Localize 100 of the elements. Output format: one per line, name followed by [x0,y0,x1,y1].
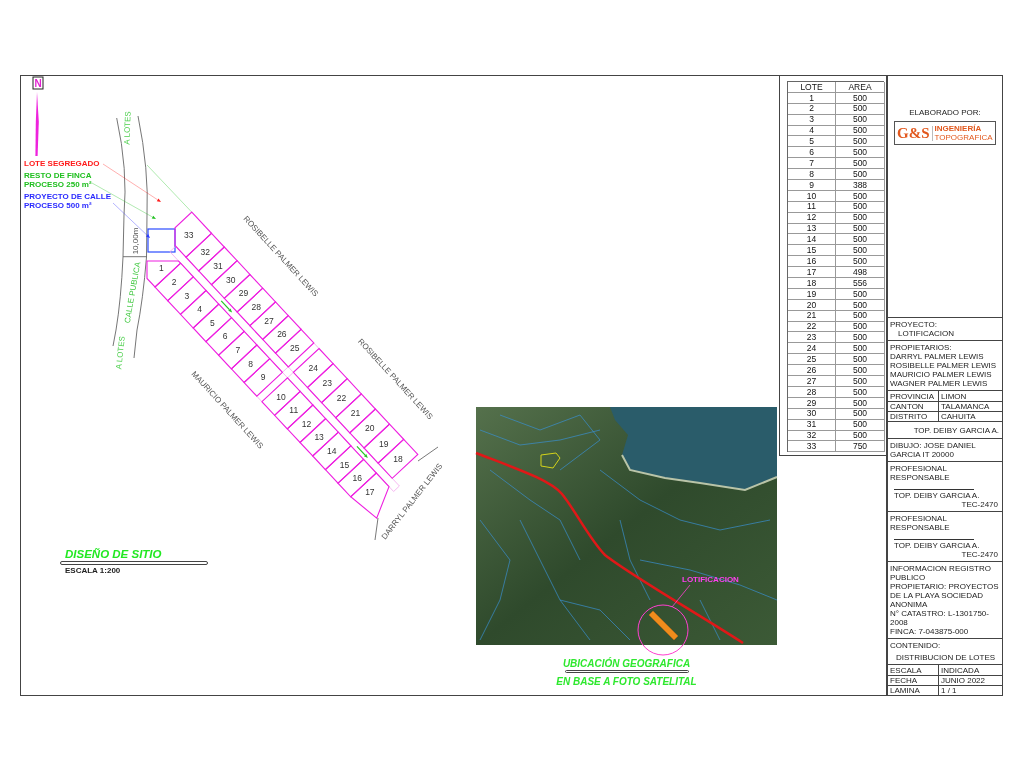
north-label: N [32,76,44,90]
lot-parcel [286,404,327,444]
lot-parcel [154,262,195,302]
table-cell: 23 [788,332,836,344]
table-cell: 500 [836,190,885,202]
table-cell: 500 [836,103,885,115]
proposed-lot [147,228,176,253]
lot-number: 8 [248,358,253,369]
location-label: DISTRITO [890,412,928,421]
table-cell: 9 [788,180,836,191]
footer-value: INDICADA [941,665,980,675]
table-cell: 18 [788,278,836,289]
lot-number: 13 [314,432,324,443]
lot-number: 21 [350,408,361,419]
table-cell: 27 [788,376,836,387]
table-cell: 556 [836,278,885,289]
lot-number: 24 [308,362,318,373]
lot-parcel [236,287,277,327]
lot-number: 22 [336,393,347,404]
logo-initials: G&S [897,125,930,141]
location-label: PROVINCIA [890,391,934,401]
table-cell: 500 [836,256,885,268]
lot-parcel [324,445,365,484]
lot-outline-marker [648,610,679,641]
table-cell: 750 [836,441,885,453]
lot-parcel [349,408,391,449]
professional-name: TOP. DEIBY GARCIA A. [893,491,981,500]
prepared-by-label: ELABORADO POR: [909,108,981,117]
lot-parcel [261,314,302,354]
table-cell: 10 [788,190,836,202]
lot-number: 27 [264,315,274,326]
table-cell: 30 [788,408,836,420]
table-cell: 13 [788,223,836,235]
professional-code: TEC-2470 [961,500,999,509]
lot-number: 28 [251,301,262,312]
lot-number: 7 [235,345,241,356]
table-cell: 500 [836,419,885,431]
lot-number: 29 [238,288,249,299]
table-cell: 500 [836,125,885,137]
table-cell: 500 [836,212,885,224]
owner-name: WAGNER PALMER LEWIS [890,379,989,388]
leader-line [671,584,691,608]
lot-number: 15 [339,459,350,470]
registry-line: INFORMACION REGISTRO PUBLICO [890,564,992,582]
legend-label: RESTO DE FINCA PROCESO 250 m² [24,171,92,189]
professional-label: PROFESIONAL RESPONSABLE [890,514,951,532]
table-cell: 500 [836,245,885,257]
table-cell: 20 [788,299,836,311]
table-cell: 500 [836,201,885,213]
table-header: AREA [836,82,885,93]
table-cell: 25 [788,354,836,366]
table-cell: 26 [788,365,836,377]
lot-number: 20 [364,423,375,434]
lot-number: 25 [289,343,300,354]
location-value: LIMON [941,391,967,401]
table-cell: 28 [788,386,836,398]
logo-title: INGENIERÍA [934,124,983,133]
road-direction-label: A LOTES [122,111,133,145]
lot-parcel [192,303,233,343]
lot-parcel [146,260,182,288]
project-label: PROYECTO: [890,320,938,329]
table-cell: 500 [836,299,885,311]
project-name: LOTIFICACION [897,329,955,338]
table-cell: 500 [836,147,885,159]
lot-number: 12 [301,418,312,429]
table-cell: 500 [836,223,885,235]
footer-label: LAMINA [890,686,920,695]
footer-value: 1 / 1 [941,686,957,695]
lot-number: 5 [209,317,215,328]
table-cell: 19 [788,288,836,300]
table-cell: 31 [788,419,836,431]
table-cell: 21 [788,310,836,322]
lot-parcel [337,458,378,498]
table-cell: 500 [836,158,885,170]
lot-number: 11 [289,405,299,416]
table-cell: 500 [836,397,885,409]
lot-parcel [174,211,213,258]
parcel-outline [540,452,561,469]
owners-label: PROPIETARIOS: [890,343,953,352]
table-cell: 24 [788,343,836,355]
lot-parcel [320,377,363,419]
road-name-label: CALLE PUBLICA [122,261,143,324]
map-subtitle: EN BASE A FOTO SATELITAL [556,676,697,687]
lot-number: 33 [184,229,194,240]
map-title: UBICACIÓN GEOGRAFICA [562,658,691,669]
table-cell: 500 [836,376,885,387]
table-cell: 388 [836,180,885,191]
owner-name: ROSIBELLE PALMER LEWIS [890,361,998,370]
table-cell: 8 [788,169,836,180]
table-cell: 500 [836,92,885,104]
registry-line: N° CATASTRO: L-1301750-2008 [890,609,990,627]
road-direction-label: A LOTES [114,335,127,370]
lot-parcel [363,423,405,464]
legend-label: PROYECTO DE CALLE PROCESO 500 m² [24,192,111,210]
registry-line: FINCA: 7-043875-000 [890,627,970,636]
lot-parcel [166,276,207,316]
logo-subtitle: TOPOGRAFICA [934,133,993,142]
direction-arrow-icon [356,445,368,459]
location-label: LOTIFICACION [682,575,739,584]
table-cell: 500 [836,288,885,300]
